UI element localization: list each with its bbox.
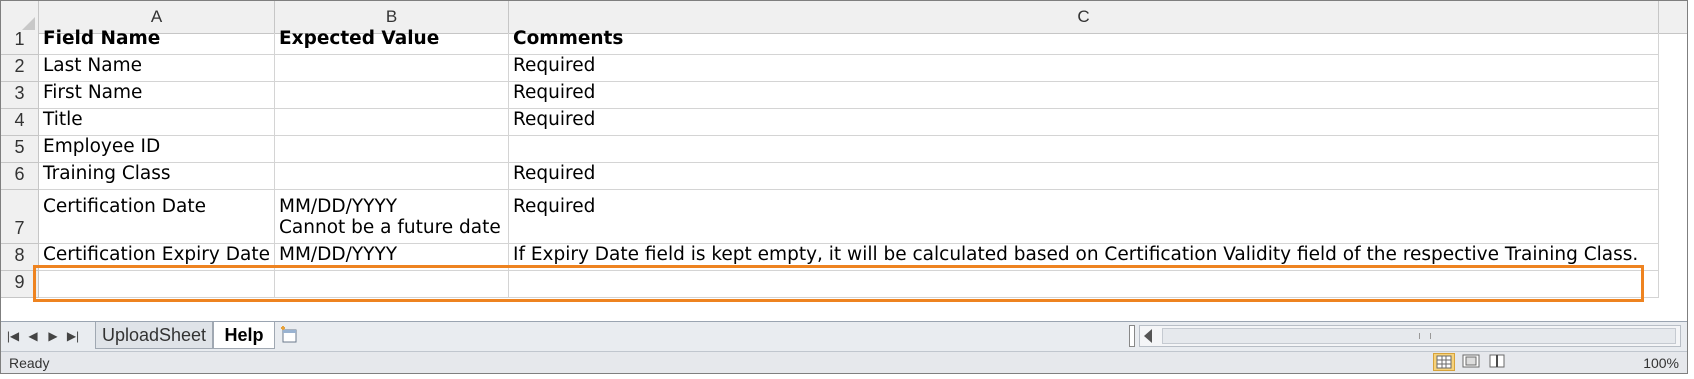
cell-b5[interactable]	[275, 136, 509, 163]
cell-b9[interactable]	[275, 271, 509, 298]
table-row: 2 Last Name Required	[1, 55, 1687, 82]
cell-c2[interactable]: Required	[509, 55, 1659, 82]
row-header[interactable]: 9	[1, 271, 39, 298]
cell-b2[interactable]	[275, 55, 509, 82]
cell-a2[interactable]: Last Name	[39, 55, 275, 82]
page-break-icon[interactable]	[1487, 353, 1509, 371]
scroll-left-icon[interactable]	[1144, 329, 1152, 343]
cell-c7[interactable]: Required	[509, 190, 1659, 244]
cell-a3[interactable]: First Name	[39, 82, 275, 109]
cell-c3[interactable]: Required	[509, 82, 1659, 109]
row-header[interactable]: 5	[1, 136, 39, 163]
cell-c8[interactable]: If Expiry Date field is kept empty, it w…	[509, 244, 1659, 271]
cell-c6[interactable]: Required	[509, 163, 1659, 190]
next-sheet-icon[interactable]: ▶	[45, 328, 61, 344]
cell-a1[interactable]: Field Name	[39, 28, 275, 55]
first-sheet-icon[interactable]: |◀	[5, 328, 21, 344]
table-row: 9	[1, 271, 1687, 298]
cell-b6[interactable]	[275, 163, 509, 190]
normal-view-icon[interactable]	[1433, 353, 1455, 371]
tab-split-handle[interactable]	[1129, 325, 1135, 347]
insert-sheet-icon[interactable]	[277, 324, 303, 348]
cell-b4[interactable]	[275, 109, 509, 136]
row-header[interactable]: 7	[1, 190, 39, 244]
cell-c4[interactable]: Required	[509, 109, 1659, 136]
horizontal-scrollbar[interactable]	[1139, 325, 1681, 347]
zoom-level[interactable]: 100%	[1643, 355, 1679, 371]
page-layout-icon[interactable]	[1461, 353, 1483, 371]
row-header[interactable]: 6	[1, 163, 39, 190]
table-row: 5 Employee ID	[1, 136, 1687, 163]
table-row: 3 First Name Required	[1, 82, 1687, 109]
cell-a9[interactable]	[39, 271, 275, 298]
row-header[interactable]: 3	[1, 82, 39, 109]
table-row: 4 Title Required	[1, 109, 1687, 136]
cell-c1[interactable]: Comments	[509, 28, 1659, 55]
table-row: 8 Certification Expiry Date MM/DD/YYYY I…	[1, 244, 1687, 271]
cell-c5[interactable]	[509, 136, 1659, 163]
cell-a6[interactable]: Training Class	[39, 163, 275, 190]
cell-a4[interactable]: Title	[39, 109, 275, 136]
table-row: 1 Field Name Expected Value Comments	[1, 28, 1687, 55]
status-ready: Ready	[9, 355, 50, 371]
sheet-tab-bar: |◀ ◀ ▶ ▶| UploadSheet Help	[1, 321, 1687, 351]
cell-b7-line2: Cannot be a future date	[279, 217, 501, 238]
cell-b7[interactable]: MM/DD/YYYY Cannot be a future date	[275, 190, 509, 244]
sheet-tab-uploadsheet[interactable]: UploadSheet	[95, 322, 213, 349]
cell-a8[interactable]: Certification Expiry Date	[39, 244, 275, 271]
column-header-c[interactable]: C	[509, 1, 1659, 33]
row-header[interactable]: 2	[1, 55, 39, 82]
status-bar: Ready 100%	[1, 351, 1687, 373]
scroll-grip-icon	[1419, 333, 1431, 339]
column-header-bar: A B C	[1, 1, 1687, 34]
row-header[interactable]: 4	[1, 109, 39, 136]
prev-sheet-icon[interactable]: ◀	[25, 328, 41, 344]
last-sheet-icon[interactable]: ▶|	[65, 328, 81, 344]
cell-c9[interactable]	[509, 271, 1659, 298]
cell-a5[interactable]: Employee ID	[39, 136, 275, 163]
spreadsheet-window: A B C 1 Field Name Expected Value Commen…	[0, 0, 1688, 374]
cell-b3[interactable]	[275, 82, 509, 109]
table-row: 6 Training Class Required	[1, 163, 1687, 190]
sheet-tab-help[interactable]: Help	[213, 322, 275, 349]
cell-b8[interactable]: MM/DD/YYYY	[275, 244, 509, 271]
scroll-thumb[interactable]	[1162, 328, 1676, 344]
table-row: 7 Certification Date MM/DD/YYYY Cannot b…	[1, 190, 1687, 244]
row-header[interactable]: 1	[1, 29, 39, 55]
cell-a7[interactable]: Certification Date	[39, 190, 275, 244]
cell-b1[interactable]: Expected Value	[275, 28, 509, 55]
row-header[interactable]: 8	[1, 244, 39, 271]
